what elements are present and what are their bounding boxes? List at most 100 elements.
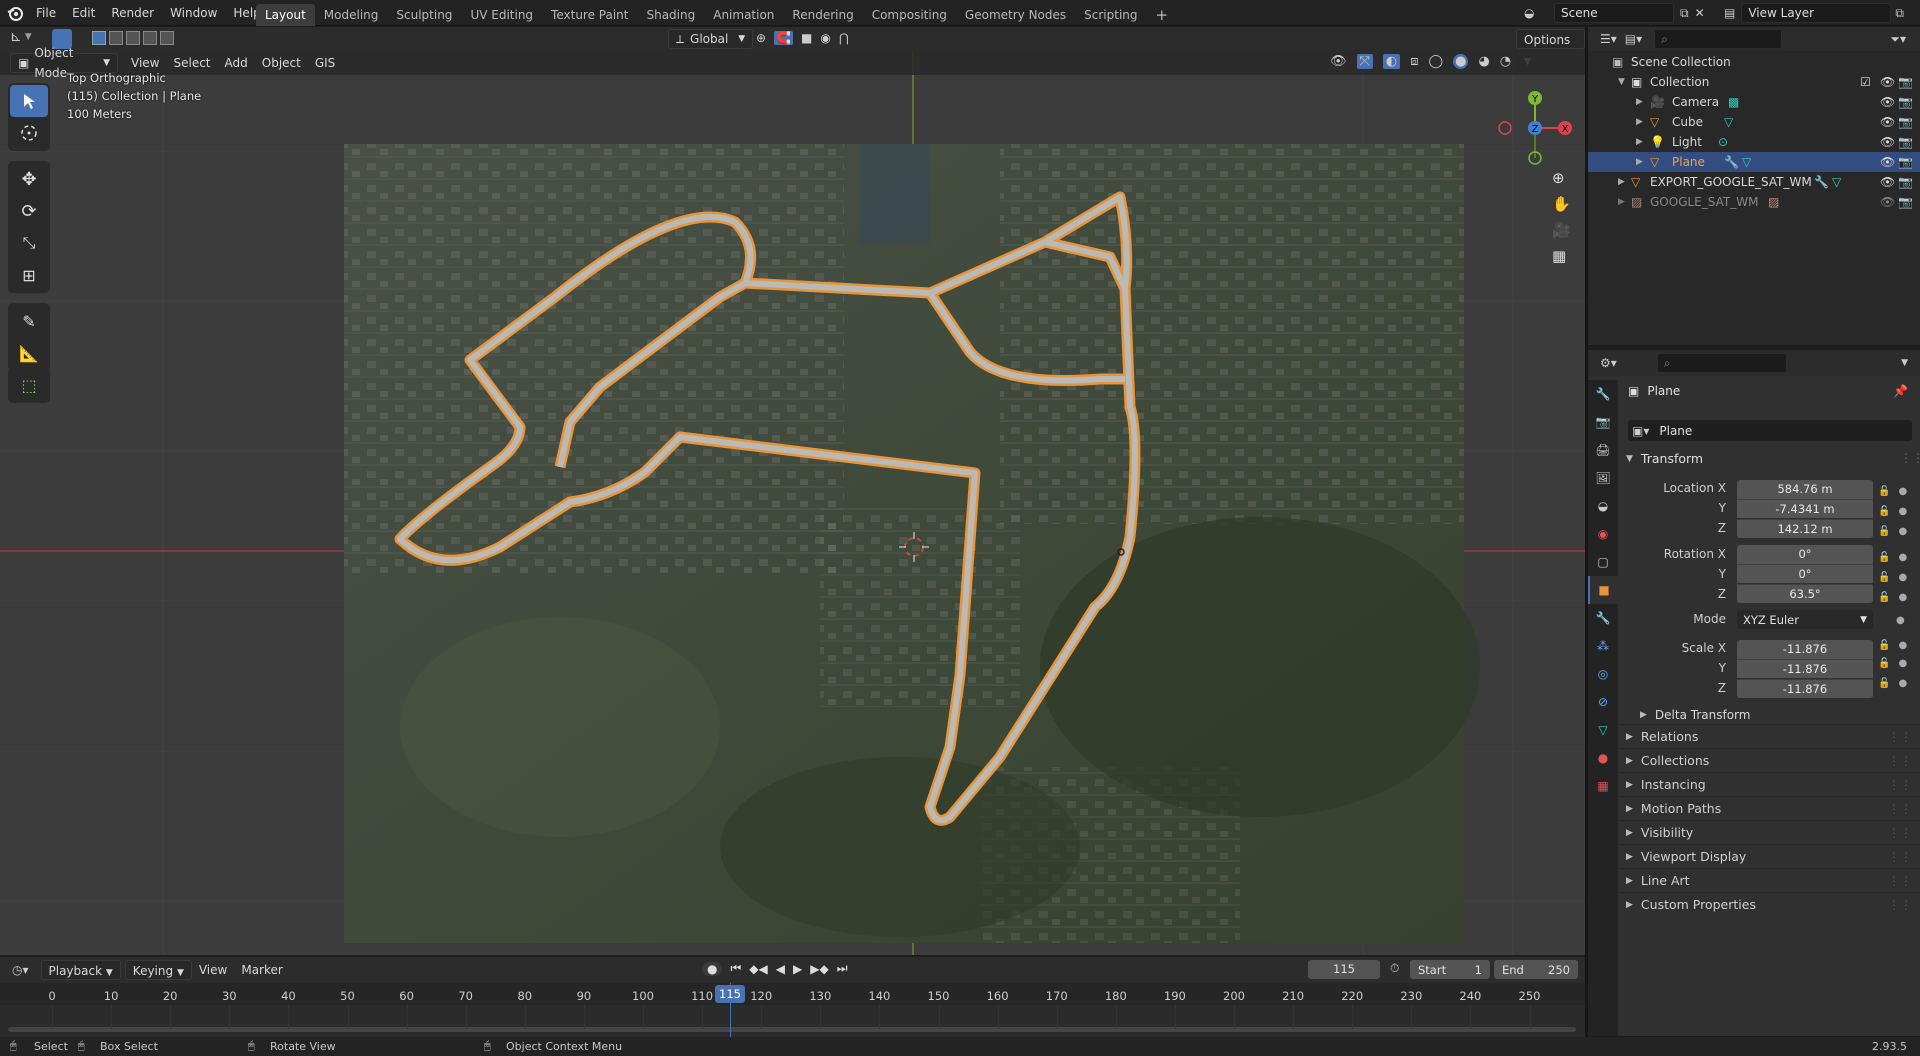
eye-icon[interactable]: 👁	[1880, 132, 1895, 152]
options-dropdown[interactable]: Options ▼	[1516, 29, 1585, 67]
zoom-icon[interactable]: ⊕	[1552, 169, 1571, 187]
tab-tool[interactable]: 🔧	[1588, 380, 1618, 408]
mesh-data-icon[interactable]: ▽	[1832, 172, 1841, 192]
menu-edit[interactable]: Edit	[64, 0, 103, 26]
properties-editor-icon[interactable]: ⚙▾	[1600, 356, 1617, 370]
camera-render-icon[interactable]: 📷	[1898, 172, 1913, 192]
editor-type-button[interactable]: ⊾ ▼	[10, 29, 32, 45]
eye-icon[interactable]: 👁	[1880, 192, 1895, 212]
drag-handle-icon[interactable]: ⋮⋮	[1888, 730, 1912, 744]
pivot-point-icon[interactable]: ⊕	[756, 31, 766, 45]
falloff-icon[interactable]: ⋂	[839, 31, 849, 45]
move-tool[interactable]: ✥	[10, 163, 48, 195]
location-y-field[interactable]: -7.4341 m	[1737, 499, 1873, 518]
scene-field[interactable]: Scene	[1554, 3, 1674, 23]
select-intersect-icon[interactable]	[160, 31, 174, 45]
proportional-edit-icon[interactable]: ◉	[820, 31, 830, 45]
menu-select[interactable]: Select	[166, 53, 217, 73]
prev-keyframe-icon[interactable]: ◆◀	[749, 962, 767, 976]
rotation-x-field[interactable]: 0°	[1737, 545, 1873, 564]
tab-rendering[interactable]: Rendering	[783, 4, 862, 26]
playhead-frame-badge[interactable]: 115	[715, 985, 745, 1003]
outliner-row-export-google-sat[interactable]: ▶ ▽ EXPORT_GOOGLE_SAT_WM 🔧 ▽ 👁 📷	[1588, 172, 1920, 192]
panel-relations[interactable]: ▶ Relations ⋮⋮	[1620, 724, 1920, 748]
timeline-view-menu[interactable]: View	[192, 960, 234, 980]
transform-orientation-dropdown[interactable]: ⟂ Global ▼	[668, 29, 754, 49]
properties-search-input[interactable]: ⌕	[1656, 353, 1787, 373]
play-reverse-icon[interactable]: ◀	[776, 962, 785, 976]
tab-render[interactable]: 📷	[1588, 408, 1618, 436]
tab-texture[interactable]: ▦	[1588, 772, 1618, 800]
camera-render-icon[interactable]: 📷	[1898, 72, 1913, 92]
new-view-layer-icon[interactable]: ⧉	[1895, 6, 1904, 21]
view-layer-field[interactable]: View Layer	[1741, 3, 1892, 23]
keyframe-dot-icon[interactable]: ●	[1898, 552, 1907, 563]
pan-hand-icon[interactable]: ✋	[1552, 195, 1571, 213]
camera-view-icon[interactable]: 🎥	[1552, 221, 1571, 239]
camera-render-icon[interactable]: 📷	[1898, 92, 1913, 112]
transform-panel-header[interactable]: ▼ Transform	[1626, 451, 1703, 466]
current-frame-field[interactable]: 115	[1308, 960, 1380, 979]
location-z-field[interactable]: 142.12 m	[1737, 519, 1873, 538]
drag-handle-icon[interactable]: ⋮⋮	[1888, 754, 1912, 768]
panel-custom-properties[interactable]: ▶ Custom Properties ⋮⋮	[1620, 892, 1920, 916]
record-icon[interactable]: ●	[702, 961, 723, 976]
light-data-icon[interactable]: ⊙	[1718, 132, 1728, 152]
play-icon[interactable]: ▶	[793, 962, 802, 976]
measure-tool[interactable]: 📐	[10, 337, 48, 369]
camera-data-icon[interactable]: ▩	[1728, 92, 1739, 112]
tab-material[interactable]: ●	[1588, 744, 1618, 772]
panel-motion-paths[interactable]: ▶ Motion Paths ⋮⋮	[1620, 796, 1920, 820]
outliner-search-input[interactable]: ⌕	[1654, 29, 1783, 49]
outliner-row-plane[interactable]: ▶ ▽ Plane 🔧 ▽ 👁 📷	[1588, 152, 1920, 172]
select-extend-icon[interactable]	[109, 31, 123, 45]
outliner-row-camera[interactable]: ▶ 🎥 Camera ▩ 👁 📷	[1588, 92, 1920, 112]
menu-window[interactable]: Window	[162, 0, 225, 26]
expand-arrow-icon[interactable]: ▶	[1618, 192, 1625, 212]
lock-icon[interactable]: 🔓	[1878, 572, 1890, 583]
lock-icon[interactable]: 🔓	[1878, 640, 1890, 651]
jump-end-icon[interactable]: ⏭	[837, 961, 848, 976]
gizmo-toggle-icon[interactable]: ⤧	[1356, 54, 1373, 69]
solid-shading-icon[interactable]: ●	[1453, 54, 1469, 69]
object-datablock-field[interactable]: ▣▾ Plane	[1628, 420, 1912, 441]
keyframe-dot-icon[interactable]: ●	[1898, 486, 1907, 497]
menu-object[interactable]: Object	[255, 53, 308, 73]
select-subtract-icon[interactable]	[126, 31, 140, 45]
lock-icon[interactable]: 🔓	[1878, 592, 1890, 603]
drag-handle-icon[interactable]: ⋮⋮	[1888, 850, 1912, 864]
tab-modeling[interactable]: Modeling	[315, 4, 388, 26]
lock-icon[interactable]: 🔓	[1878, 506, 1890, 517]
keying-menu[interactable]: Keying ▼	[124, 960, 192, 980]
display-mode-icon[interactable]: ▤▾	[1625, 32, 1642, 46]
delta-transform-subpanel[interactable]: ▶ Delta Transform	[1640, 708, 1750, 722]
jump-start-icon[interactable]: ⏮	[730, 961, 741, 976]
tab-output[interactable]: 🖨	[1588, 436, 1618, 464]
playback-menu[interactable]: Playback ▼	[40, 960, 121, 980]
drag-handle-icon[interactable]: ⋮⋮	[1888, 826, 1912, 840]
eye-icon[interactable]: 👁	[1880, 152, 1895, 172]
timeline-track-area[interactable]	[0, 1005, 1585, 1037]
wireframe-shading-icon[interactable]: ◯	[1429, 54, 1444, 69]
filter-icon[interactable]: ⏷▾	[1890, 32, 1906, 47]
expand-arrow-icon[interactable]: ▶	[1636, 112, 1643, 132]
keyframe-dot-icon[interactable]: ●	[1896, 615, 1905, 626]
chevron-down-icon[interactable]: ▼	[1901, 358, 1908, 368]
expand-arrow-icon[interactable]: ▶	[1636, 92, 1643, 112]
outliner-row-collection[interactable]: ▼ ▣ Collection ☑ 👁 📷	[1588, 72, 1920, 92]
snap-toggle-icon[interactable]: 🧲	[774, 31, 794, 45]
modifier-wrench-icon[interactable]: 🔧	[1724, 152, 1739, 172]
scale-z-field[interactable]: -11.876	[1737, 679, 1873, 698]
outliner-row-google-sat[interactable]: ▶ ▨ GOOGLE_SAT_WM ▨ 👁 📷	[1588, 192, 1920, 212]
xray-icon[interactable]: ⧈	[1410, 54, 1418, 69]
overlay-toggle-icon[interactable]: ◐	[1382, 54, 1401, 69]
rotation-y-field[interactable]: 0°	[1737, 564, 1873, 583]
mesh-data-icon[interactable]: ▽	[1724, 112, 1733, 132]
tab-compositing[interactable]: Compositing	[863, 4, 956, 26]
location-x-field[interactable]: 584.76 m	[1737, 480, 1873, 499]
annotate-tool[interactable]: ✎	[10, 305, 48, 337]
eye-icon[interactable]: 👁	[1880, 92, 1895, 112]
material-shading-icon[interactable]: ◕	[1478, 54, 1489, 69]
new-scene-icon[interactable]: ⧉	[1680, 6, 1689, 21]
image-data-icon[interactable]: ▨	[1768, 192, 1779, 212]
